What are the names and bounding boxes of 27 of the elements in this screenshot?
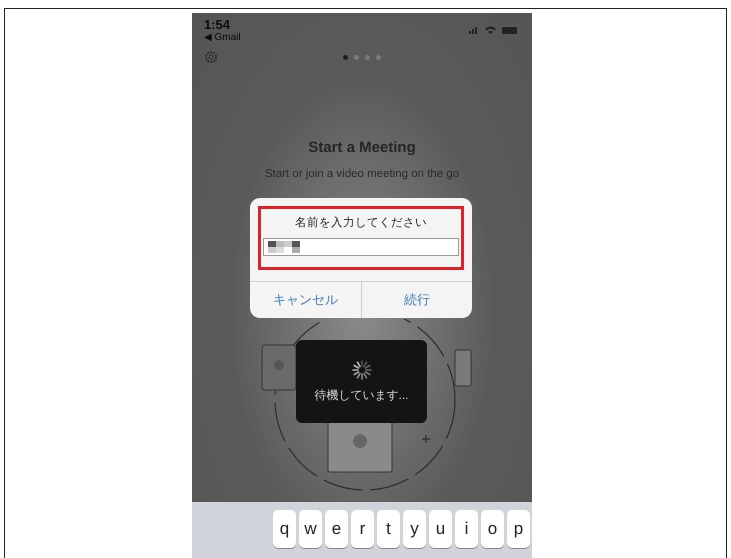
keyboard-key[interactable]: t [377,510,400,548]
keyboard-key[interactable]: p [507,510,530,548]
screen-title: Start a Meeting [307,139,417,156]
keyboard-key[interactable]: i [455,510,478,548]
loading-message: 待機しています... [314,387,408,404]
page-dot[interactable] [376,54,381,60]
keyboard-key[interactable]: w [299,510,322,548]
wifi-icon [485,26,496,34]
keyboard-key[interactable]: u [429,510,452,548]
spinner-icon [350,359,372,381]
keyboard-key[interactable]: e [325,510,348,548]
settings-icon[interactable] [204,50,218,64]
redacted-mosaic [268,241,300,253]
name-field[interactable] [263,238,459,256]
page-dot[interactable] [365,54,370,60]
dialog-title: 名前を入力してください [295,216,427,230]
signal-icon [469,26,479,34]
dialog-button[interactable]: キャンセル [250,282,360,318]
keyboard-key[interactable]: q [273,510,296,548]
status-time: 1:54 [204,17,232,32]
battery-icon [502,26,518,34]
page-dot[interactable] [354,54,359,60]
keyboard-key[interactable]: o [481,510,504,548]
dialog-button[interactable]: 続行 [360,282,472,318]
keyboard-key[interactable]: y [403,510,426,548]
page-dot[interactable] [343,54,348,60]
keyboard-key[interactable]: r [351,510,374,548]
